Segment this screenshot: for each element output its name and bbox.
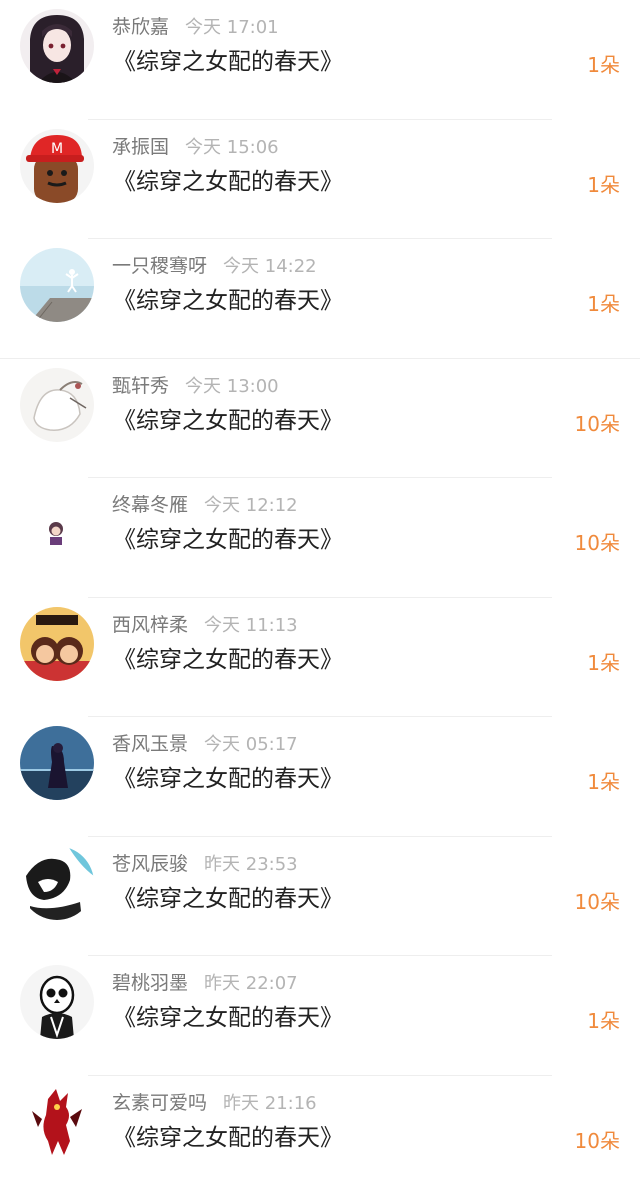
flower-count: 10朵 xyxy=(575,885,620,919)
flower-count: 1朵 xyxy=(587,48,620,82)
yoga-pier-avatar[interactable] xyxy=(20,248,94,322)
list-item[interactable]: 香风玉景今天 05:17 《综穿之女配的春天》 1朵 xyxy=(0,717,640,837)
list-item[interactable]: 西风梓柔今天 11:13 《综穿之女配的春天》 1朵 xyxy=(0,598,640,718)
skull-avatar[interactable] xyxy=(20,965,94,1039)
svg-text:M: M xyxy=(51,141,63,157)
timestamp: 今天 14:22 xyxy=(223,256,317,277)
gift-book-title: 《综穿之女配的春天》 xyxy=(113,523,343,557)
user-name[interactable]: 玄素可爱吗 xyxy=(112,1092,207,1114)
timestamp: 今天 13:00 xyxy=(185,376,279,397)
timestamp: 今天 05:17 xyxy=(204,734,298,755)
list-item[interactable]: 碧桃羽墨昨天 22:07 《综穿之女配的春天》 1朵 xyxy=(0,956,640,1076)
gift-book-title: 《综穿之女配的春天》 xyxy=(113,45,343,79)
list-item[interactable]: 恭欣嘉今天 17:01 《综穿之女配的春天》 1朵 xyxy=(0,0,640,120)
list-item[interactable]: 终幕冬雁今天 12:12 《综穿之女配的春天》 10朵 xyxy=(0,478,640,598)
timestamp: 昨天 22:07 xyxy=(204,973,298,994)
list-item[interactable]: 甄轩秀今天 13:00 《综穿之女配的春天》 10朵 xyxy=(0,359,640,479)
gift-book-title: 《综穿之女配的春天》 xyxy=(113,762,343,796)
gift-book-title: 《综穿之女配的春天》 xyxy=(113,165,343,199)
timestamp: 今天 11:13 xyxy=(204,615,298,636)
user-name[interactable]: 甄轩秀 xyxy=(112,375,169,397)
gift-record-list: 恭欣嘉今天 17:01 《综穿之女配的春天》 1朵 M 承振国今天 15:06 … xyxy=(0,0,640,1187)
user-name[interactable]: 一只稷骞呀 xyxy=(112,255,207,277)
chibi-avatar[interactable] xyxy=(20,487,94,561)
timestamp: 昨天 23:53 xyxy=(204,854,298,875)
flower-count: 1朵 xyxy=(587,287,620,321)
flower-count: 10朵 xyxy=(575,526,620,560)
flower-count: 10朵 xyxy=(575,1124,620,1158)
user-name[interactable]: 恭欣嘉 xyxy=(112,16,169,38)
gift-book-title: 《综穿之女配的春天》 xyxy=(113,643,343,677)
night-girl-avatar[interactable] xyxy=(20,726,94,800)
flower-count: 1朵 xyxy=(587,1004,620,1038)
gift-book-title: 《综穿之女配的春天》 xyxy=(113,1121,343,1155)
gift-book-title: 《综穿之女配的春天》 xyxy=(113,1001,343,1035)
sketch-avatar[interactable] xyxy=(20,368,94,442)
ink-anime-avatar[interactable] xyxy=(20,846,94,920)
gift-book-title: 《综穿之女配的春天》 xyxy=(113,882,343,916)
flower-count: 1朵 xyxy=(587,168,620,202)
timestamp: 今天 17:01 xyxy=(185,17,279,38)
list-item[interactable]: M 承振国今天 15:06 《综穿之女配的春天》 1朵 xyxy=(0,120,640,240)
flower-count: 1朵 xyxy=(587,765,620,799)
user-name[interactable]: 香风玉景 xyxy=(112,733,188,755)
couple-cartoon-avatar[interactable] xyxy=(20,607,94,681)
timestamp: 今天 12:12 xyxy=(204,495,298,516)
flower-count: 1朵 xyxy=(587,646,620,680)
timestamp: 今天 15:06 xyxy=(185,137,279,158)
red-cap-avatar[interactable]: M xyxy=(20,129,94,203)
user-name[interactable]: 碧桃羽墨 xyxy=(112,972,188,994)
user-name[interactable]: 终幕冬雁 xyxy=(112,494,188,516)
anime-girl-avatar[interactable] xyxy=(20,9,94,83)
user-name[interactable]: 承振国 xyxy=(112,136,169,158)
flower-count: 10朵 xyxy=(575,407,620,441)
red-warrior-avatar[interactable] xyxy=(20,1085,94,1159)
list-item[interactable]: 一只稷骞呀今天 14:22 《综穿之女配的春天》 1朵 xyxy=(0,239,640,359)
list-item[interactable]: 苍风辰骏昨天 23:53 《综穿之女配的春天》 10朵 xyxy=(0,837,640,957)
gift-book-title: 《综穿之女配的春天》 xyxy=(113,284,343,318)
user-name[interactable]: 苍风辰骏 xyxy=(112,853,188,875)
gift-book-title: 《综穿之女配的春天》 xyxy=(113,404,343,438)
user-name[interactable]: 西风梓柔 xyxy=(112,614,188,636)
timestamp: 昨天 21:16 xyxy=(223,1093,317,1114)
list-item[interactable]: 玄素可爱吗昨天 21:16 《综穿之女配的春天》 10朵 xyxy=(0,1076,640,1195)
